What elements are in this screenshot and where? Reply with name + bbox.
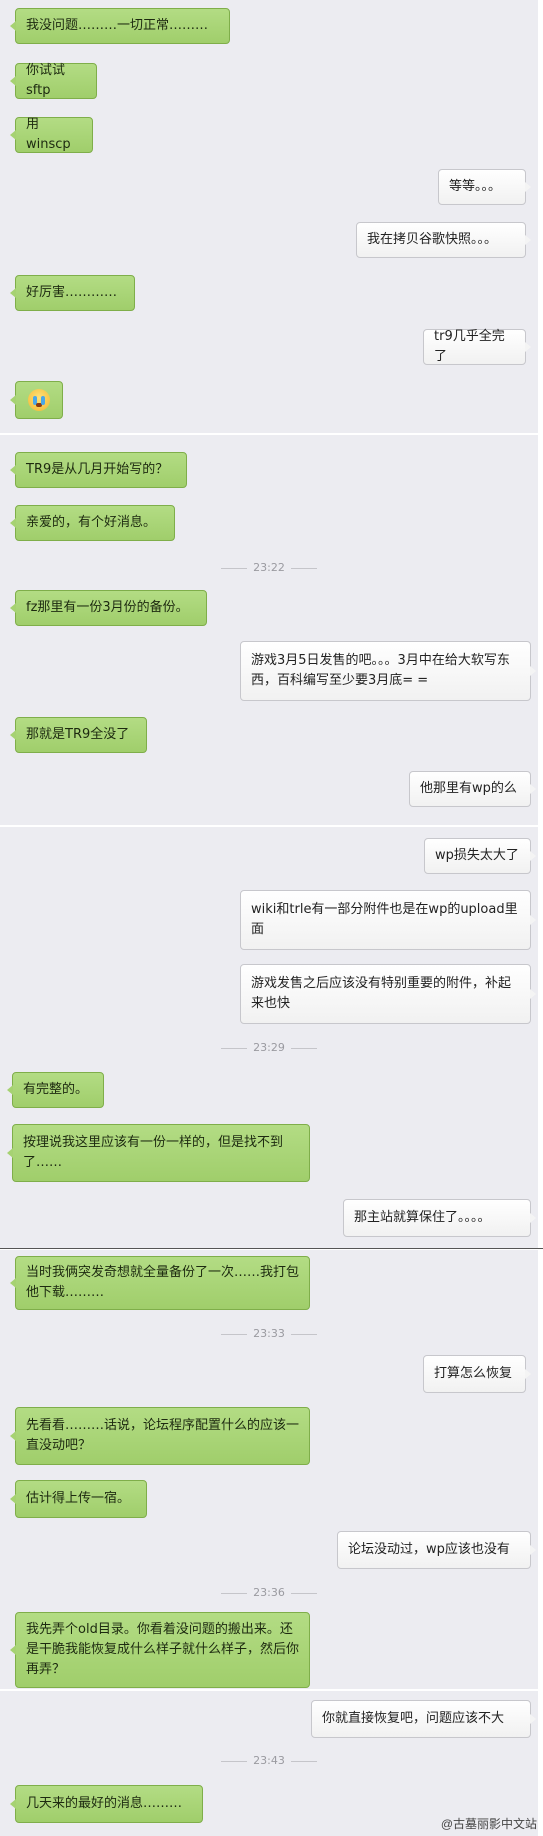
message-bubble-incoming[interactable]: 按理说我这里应该有一份一样的，但是找不到了……	[7, 1124, 310, 1182]
message-bubble-outgoing[interactable]: 我在拷贝谷歌快照。。。	[356, 222, 531, 258]
crying-face-icon	[28, 389, 50, 411]
message-bubble-outgoing[interactable]: 论坛没动过，wp应该也没有	[337, 1531, 536, 1569]
panel-divider	[0, 1248, 543, 1249]
message-bubble-incoming[interactable]: 用winscp	[10, 117, 93, 153]
timestamp-divider: 23:29	[0, 1040, 538, 1056]
timestamp-divider: 23:36	[0, 1585, 538, 1601]
message-text: 我没问题………一切正常………	[26, 18, 209, 33]
message-text: 你就直接恢复吧，问题应该不大	[322, 1711, 505, 1726]
timestamp-label: 23:43	[253, 1754, 285, 1767]
message-text: 有完整的。	[23, 1082, 89, 1097]
message-bubble-incoming[interactable]: fz那里有一份3月份的备份。	[10, 590, 207, 626]
message-text: 他那里有wp的么	[420, 781, 517, 796]
message-bubble-incoming[interactable]: TR9是从几月开始写的？	[10, 452, 187, 488]
message-bubble-outgoing[interactable]: 那主站就算保住了。。。。	[343, 1199, 536, 1237]
message-text: 当时我俩突发奇想就全量备份了一次……我打包他下载………	[26, 1265, 300, 1300]
message-text: wp损失太大了	[435, 848, 519, 863]
message-bubble-outgoing[interactable]: 他那里有wp的么	[409, 771, 536, 807]
timestamp-label: 23:36	[253, 1586, 285, 1599]
message-text: 估计得上传一宿。	[26, 1491, 131, 1506]
message-bubble-incoming[interactable]: 那就是TR9全没了	[10, 717, 147, 753]
message-text: 亲爱的，有个好消息。	[26, 515, 157, 530]
message-text: 你试试sftp	[26, 63, 66, 98]
message-bubble-incoming[interactable]: 先看看………话说，论坛程序配置什么的应该一直没动吧？	[10, 1407, 310, 1465]
message-text: 按理说我这里应该有一份一样的，但是找不到了……	[23, 1135, 284, 1170]
message-text: 论坛没动过，wp应该也没有	[348, 1542, 510, 1557]
message-bubble-incoming[interactable]: 我先弄个old目录。你看着没问题的搬出来。还是干脆我能恢复成什么样子就什么样子，…	[10, 1612, 310, 1688]
message-bubble-outgoing[interactable]: 打算怎么恢复	[423, 1355, 531, 1393]
message-bubble-outgoing[interactable]: wiki和trle有一部分附件也是在wp的upload里面	[240, 890, 536, 950]
message-bubble-outgoing[interactable]: 游戏3月5日发售的吧。。。3月中在给大软写东西，百科编写至少要3月底= =	[240, 641, 536, 701]
message-text: TR9是从几月开始写的？	[26, 462, 169, 477]
message-bubble-incoming[interactable]	[10, 381, 63, 419]
timestamp-label: 23:33	[253, 1327, 285, 1340]
message-text: 等等。。。	[449, 179, 502, 194]
message-text: 那主站就算保住了。。。。	[354, 1210, 491, 1225]
message-text: 打算怎么恢复	[434, 1366, 513, 1381]
message-text: 我先弄个old目录。你看着没问题的搬出来。还是干脆我能恢复成什么样子就什么样子，…	[26, 1622, 300, 1677]
message-text: 我在拷贝谷歌快照。。。	[367, 232, 498, 247]
message-bubble-outgoing[interactable]: 等等。。。	[438, 169, 531, 205]
message-text: 先看看………话说，论坛程序配置什么的应该一直没动吧？	[26, 1418, 300, 1453]
timestamp-divider: 23:22	[0, 560, 538, 576]
panel-divider	[0, 1689, 543, 1691]
watermark: @古墓丽影中文站	[440, 1817, 537, 1831]
message-text: 游戏3月5日发售的吧。。。3月中在给大软写东西，百科编写至少要3月底= =	[251, 653, 510, 688]
panel-divider	[0, 825, 543, 827]
timestamp-divider: 23:43	[0, 1753, 538, 1769]
message-bubble-outgoing[interactable]: wp损失太大了	[424, 838, 536, 874]
message-bubble-incoming[interactable]: 好厉害…………	[10, 275, 135, 311]
message-bubble-outgoing[interactable]: 游戏发售之后应该没有特别重要的附件，补起来也快	[240, 964, 536, 1024]
chat-panel-2	[0, 435, 538, 825]
message-bubble-incoming[interactable]: 几天来的最好的消息………	[10, 1785, 203, 1823]
message-bubble-incoming[interactable]: 当时我俩突发奇想就全量备份了一次……我打包他下载………	[10, 1256, 310, 1310]
message-text: wiki和trle有一部分附件也是在wp的upload里面	[251, 902, 518, 937]
message-text: tr9几乎全完了	[434, 329, 505, 364]
message-bubble-incoming[interactable]: 估计得上传一宿。	[10, 1480, 147, 1518]
message-text: 游戏发售之后应该没有特别重要的附件，补起来也快	[251, 976, 512, 1011]
panel-divider	[0, 433, 543, 435]
message-bubble-incoming[interactable]: 有完整的。	[7, 1072, 104, 1108]
message-text: 用winscp	[26, 117, 71, 152]
timestamp-label: 23:29	[253, 1041, 285, 1054]
message-text: 几天来的最好的消息………	[26, 1796, 183, 1811]
message-text: fz那里有一份3月份的备份。	[26, 600, 189, 615]
message-text: 那就是TR9全没了	[26, 727, 130, 742]
message-bubble-incoming[interactable]: 亲爱的，有个好消息。	[10, 505, 175, 541]
timestamp-label: 23:22	[253, 561, 285, 574]
message-bubble-incoming[interactable]: 你试试sftp	[10, 63, 97, 99]
message-text: 好厉害…………	[26, 285, 118, 300]
message-bubble-outgoing[interactable]: tr9几乎全完了	[423, 329, 531, 365]
message-bubble-incoming[interactable]: 我没问题………一切正常………	[10, 8, 230, 44]
message-bubble-outgoing[interactable]: 你就直接恢复吧，问题应该不大	[311, 1700, 536, 1738]
timestamp-divider: 23:33	[0, 1326, 538, 1342]
